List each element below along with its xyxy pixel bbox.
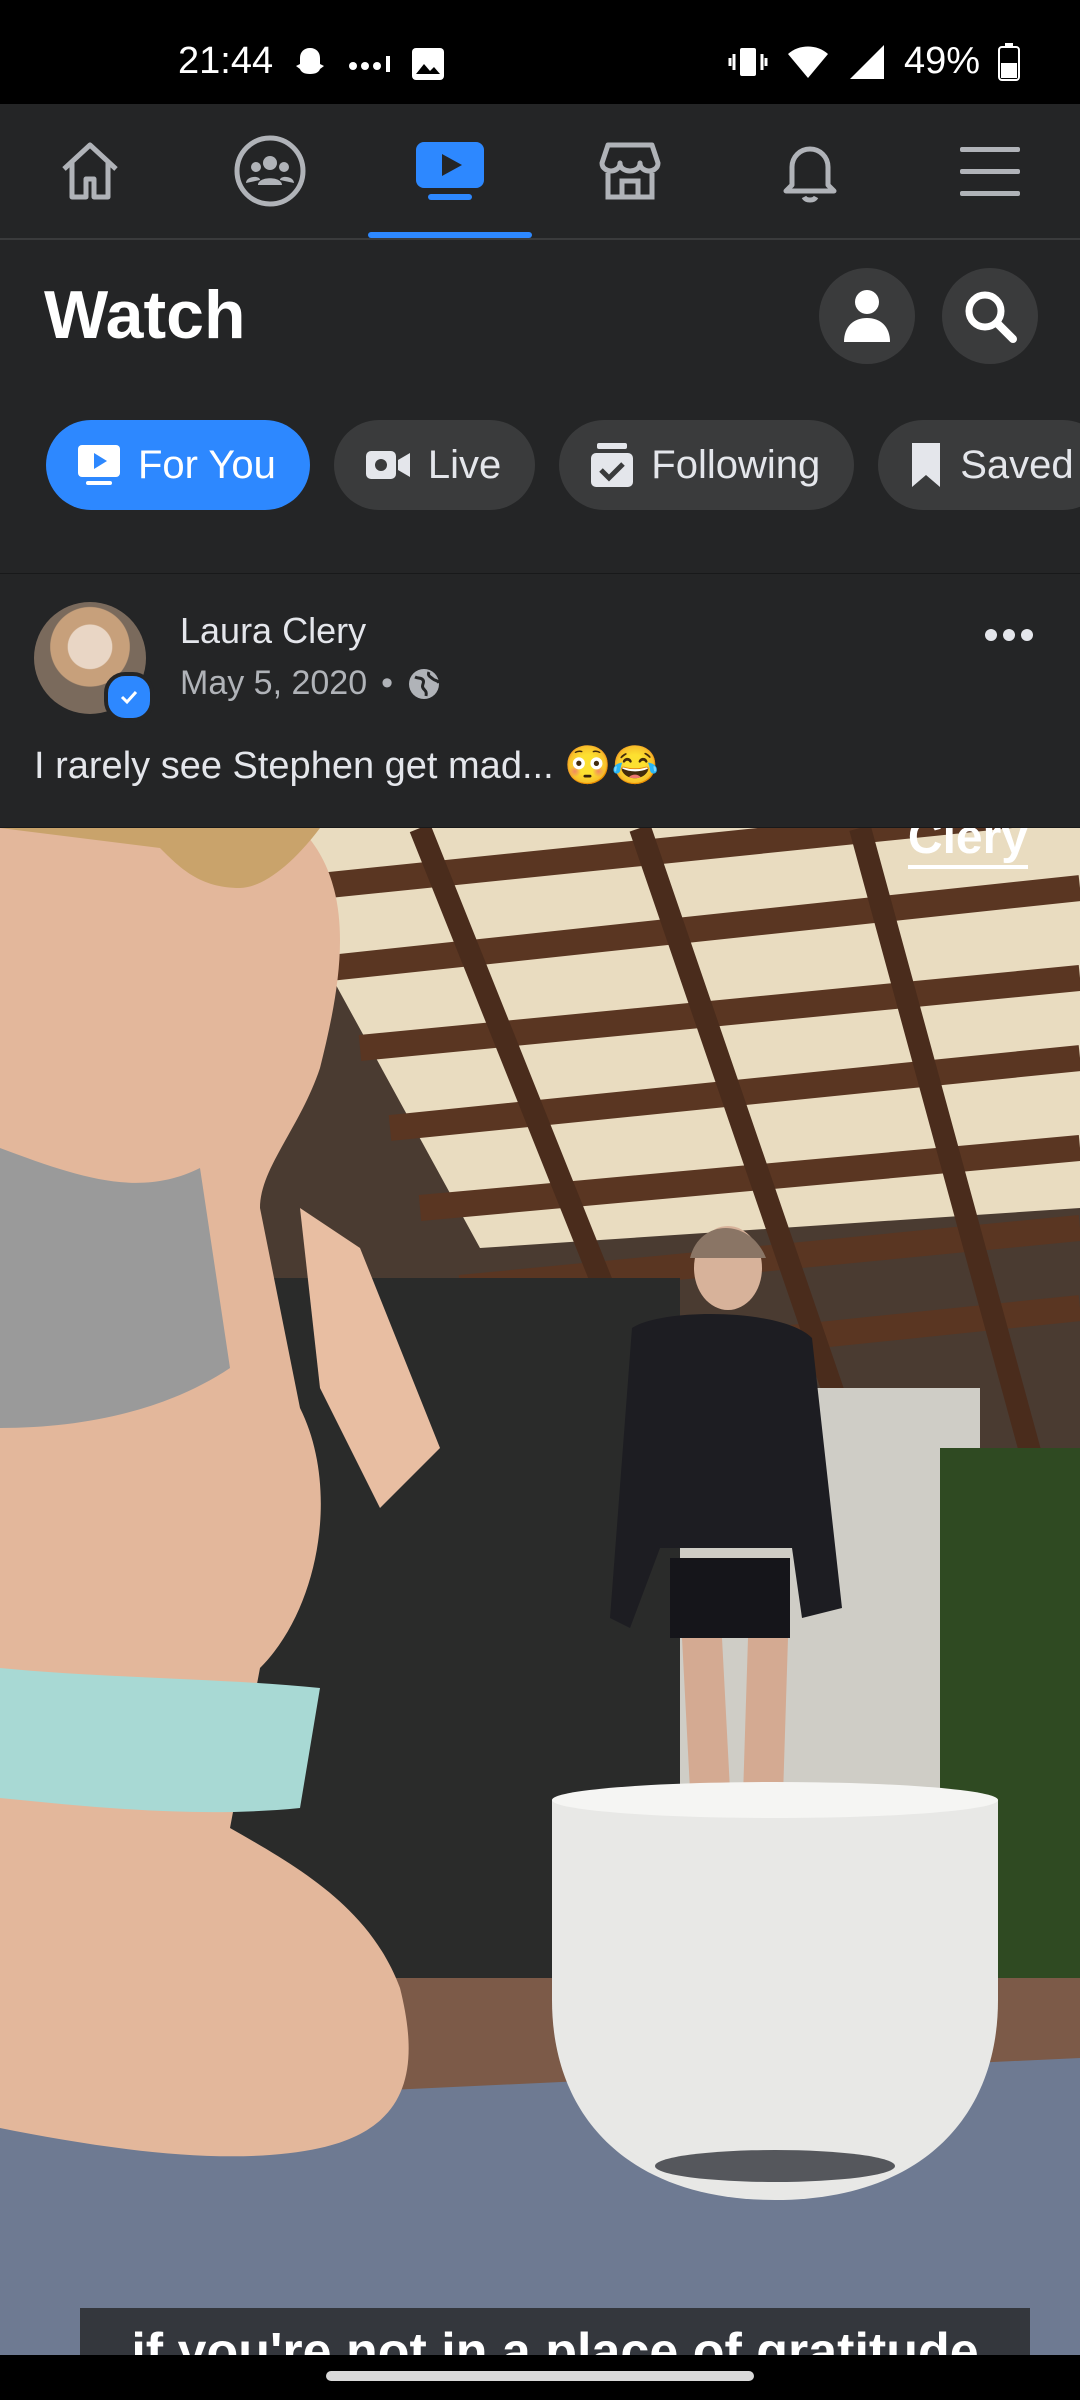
watch-header: Watch For You Live Following Saved [0, 240, 1080, 573]
cell-signal-icon [849, 44, 884, 79]
more-icon [985, 629, 1033, 641]
snapchat-icon [296, 48, 324, 74]
chip-label: Following [651, 442, 821, 487]
home-gesture-handle[interactable] [326, 2371, 754, 2381]
video-player[interactable]: Clery if you're not in a place of gratit… [0, 828, 1080, 2355]
bookmark-icon [912, 443, 941, 487]
nav-notifications[interactable] [720, 104, 900, 238]
home-icon [62, 142, 118, 200]
chip-saved[interactable]: Saved [878, 420, 1080, 510]
following-icon [591, 443, 634, 487]
status-time: 21:44 [178, 40, 274, 82]
post-meta: May 5, 2020 • [180, 664, 441, 703]
search-icon [965, 291, 1017, 343]
battery-percent: 49% [903, 40, 980, 82]
menu-icon [960, 147, 1020, 196]
groups-icon [234, 135, 306, 207]
nav-home[interactable] [0, 104, 180, 238]
search-button[interactable] [942, 268, 1038, 364]
notifications-icon [783, 146, 837, 203]
post-date[interactable]: May 5, 2020 [180, 664, 367, 703]
video-subtitle: if you're not in a place of gratitude [131, 2323, 979, 2355]
more-options-button[interactable] [984, 628, 1034, 647]
vibrate-icon [728, 47, 768, 76]
verified-badge-icon [104, 672, 154, 722]
video-frame [0, 828, 1080, 2355]
post-caption: I rarely see Stephen get mad... 😳😂 [34, 745, 659, 787]
top-nav-bar [0, 104, 1080, 240]
signal-dots-icon [349, 56, 390, 72]
nav-watch[interactable] [360, 104, 540, 238]
wifi-icon [787, 46, 828, 78]
profile-button[interactable] [819, 268, 915, 364]
person-icon [844, 290, 890, 342]
chip-for-you[interactable]: For You [46, 420, 310, 510]
post-card: Laura Clery May 5, 2020 • I rarely see S… [0, 574, 1080, 827]
chip-live[interactable]: Live [333, 420, 536, 510]
watch-icon [416, 142, 484, 200]
battery-icon [998, 42, 1020, 81]
gallery-icon [412, 48, 444, 80]
chip-following[interactable]: Following [559, 420, 855, 510]
marketplace-icon [599, 142, 661, 200]
nav-marketplace[interactable] [540, 104, 720, 238]
chip-label: Saved [960, 442, 1074, 487]
video-watermark: Clery [907, 828, 1028, 869]
page-title: Watch [44, 277, 246, 353]
video-camera-icon [365, 451, 410, 479]
meta-separator: • [381, 664, 394, 702]
nav-menu[interactable] [900, 104, 1080, 238]
globe-icon [409, 668, 441, 699]
chip-label: Live [427, 442, 502, 487]
active-tab-indicator [368, 232, 532, 238]
status-bar: 21:44 49% [0, 0, 1080, 104]
nav-groups[interactable] [180, 104, 360, 238]
play-icon [78, 445, 120, 485]
chip-label: For You [138, 442, 276, 487]
watch-filter-chips: For You Live Following Saved [46, 420, 1080, 510]
post-author[interactable]: Laura Clery [180, 610, 366, 652]
